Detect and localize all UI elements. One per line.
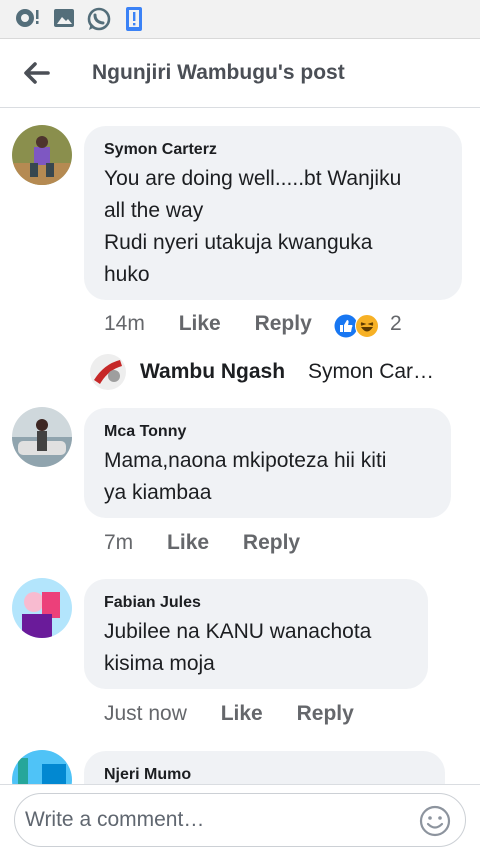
- emoji-smile-icon[interactable]: [419, 805, 451, 837]
- comment-time: 14m: [104, 312, 145, 335]
- comment-meta: Just now Like Reply: [104, 702, 354, 726]
- post-header: Ngunjiri Wambugu's post: [0, 38, 480, 108]
- page-title: Ngunjiri Wambugu's post: [92, 61, 345, 84]
- like-button[interactable]: Like: [221, 702, 263, 726]
- comment-input[interactable]: Write a comment…: [14, 793, 466, 847]
- comment-author[interactable]: Fabian Jules: [104, 593, 408, 613]
- comment-text: You are doing well.....bt Wanjiku all th…: [104, 167, 402, 286]
- like-button[interactable]: Like: [167, 531, 209, 555]
- comment-bubble[interactable]: Symon Carterz You are doing well.....bt …: [84, 126, 462, 300]
- comment-author[interactable]: Symon Carterz: [104, 140, 442, 160]
- comment-meta: 7m Like Reply: [104, 531, 300, 555]
- avatar[interactable]: [12, 578, 72, 638]
- avatar[interactable]: [12, 125, 72, 185]
- comment-time: Just now: [104, 702, 187, 725]
- haha-reaction-icon: [355, 314, 379, 343]
- comment-author[interactable]: Njeri Mumo: [104, 765, 425, 785]
- reply-button[interactable]: Reply: [297, 702, 354, 726]
- like-button[interactable]: Like: [179, 312, 221, 336]
- gallery-icon: [52, 6, 76, 35]
- comment-bubble[interactable]: Mca Tonny Mama,naona mkipoteza hii kiti …: [84, 408, 451, 518]
- status-bar: [0, 0, 480, 38]
- comment-meta: 14m Like Reply: [104, 312, 312, 336]
- comment-bubble[interactable]: Fabian Jules Jubilee na KANU wanachota k…: [84, 579, 428, 689]
- whatsapp-icon: [86, 6, 112, 37]
- reply-avatar: [90, 354, 126, 390]
- reply-preview[interactable]: Wambu Ngash Symon Car…: [90, 352, 450, 392]
- avatar[interactable]: [12, 407, 72, 467]
- reaction-count: 2: [390, 312, 402, 335]
- comment-time: 7m: [104, 531, 134, 554]
- comment-text: Mama,naona mkipoteza hii kiti ya kiambaa: [104, 449, 387, 504]
- comment-composer: Write a comment…: [0, 784, 480, 854]
- reply-button[interactable]: Reply: [255, 312, 312, 336]
- reply-button[interactable]: Reply: [243, 531, 300, 555]
- back-arrow-icon[interactable]: [20, 57, 52, 89]
- reply-text: Symon Car…: [308, 360, 435, 383]
- reply-author: Wambu Ngash: [140, 360, 286, 383]
- reaction-summary[interactable]: 2: [334, 312, 404, 338]
- cast-icon: [14, 6, 40, 35]
- comment-input-placeholder: Write a comment…: [25, 808, 205, 831]
- comment-text: Jubilee na KANU wanachota kisima moja: [104, 620, 372, 675]
- phone-alert-icon: [124, 6, 144, 37]
- comment-author[interactable]: Mca Tonny: [104, 422, 431, 442]
